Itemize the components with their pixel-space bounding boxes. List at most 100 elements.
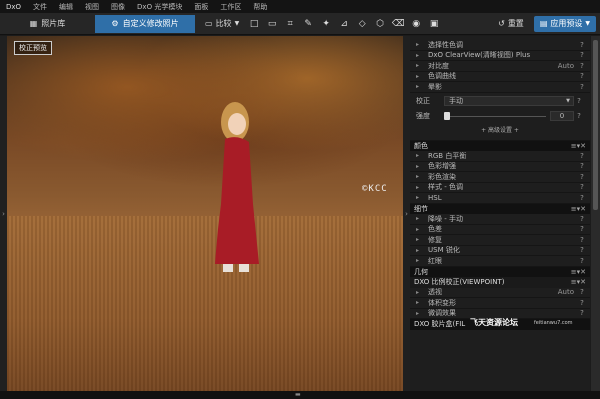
geometry-row[interactable]: ▸ 透视 Auto? (410, 288, 590, 298)
detail-row[interactable]: ▸ USM 锐化? (410, 246, 590, 256)
section-viewpoint[interactable]: DXO 比例校正(VIEWPOINT) ≡▾✕ (410, 277, 590, 288)
color-row[interactable]: ▸ 色彩增强? (410, 162, 590, 172)
detail-row[interactable]: ▸ 降噪 - 手动? (410, 214, 590, 225)
expand-icon[interactable]: ▸ (416, 152, 424, 159)
expand-icon[interactable]: ▸ (416, 215, 424, 222)
panel-scrollbar[interactable] (591, 36, 600, 391)
section-color[interactable]: 颜色 ≡▾✕ (410, 140, 590, 151)
photo-viewer[interactable]: 校正预览 ©KCC (7, 36, 407, 391)
crop-icon[interactable]: ⌗ (283, 17, 297, 31)
help-icon[interactable]: ? (578, 83, 586, 91)
intensity-slider[interactable] (444, 111, 546, 120)
menu-image[interactable]: 图像 (105, 2, 131, 12)
expand-icon[interactable]: ▸ (416, 247, 424, 254)
filmstrip-toggle-icon[interactable]: ▬ (295, 391, 301, 398)
menu-close-icon[interactable]: ≡▾✕ (571, 268, 586, 276)
scrollbar-thumb[interactable] (593, 40, 598, 210)
expand-icon[interactable]: ▸ (416, 226, 424, 233)
help-icon[interactable]: ? (574, 112, 584, 120)
detail-row[interactable]: ▸ 色差? (410, 225, 590, 235)
wand-icon[interactable]: ✦ (319, 17, 333, 31)
help-icon[interactable]: ? (578, 194, 586, 202)
help-icon[interactable]: ? (578, 183, 586, 191)
eyedropper-icon[interactable]: ✎ (301, 17, 315, 31)
correction-select[interactable]: 手动 ▼ (444, 95, 574, 106)
detail-row[interactable]: ▸ 修复? (410, 235, 590, 246)
help-icon[interactable]: ? (578, 41, 586, 49)
perspective-icon[interactable]: ◇ (355, 17, 369, 31)
tab-library[interactable]: ▦ 照片库 (0, 15, 95, 33)
frame-icon[interactable]: ▭ (265, 17, 279, 31)
tone-row[interactable]: ▸ 晕影? (410, 82, 590, 93)
geometry-row[interactable]: ▸ 体积变形? (410, 298, 590, 309)
color-row[interactable]: ▸ RGB 白平衡? (410, 151, 590, 162)
help-icon[interactable]: ? (574, 97, 584, 105)
menu-close-icon[interactable]: ≡▾✕ (571, 278, 586, 286)
apply-preset-button[interactable]: ▤ 应用预设 ▼ (533, 15, 596, 32)
menu-file[interactable]: 文件 (27, 2, 53, 12)
reshape-icon[interactable]: ⬡ (373, 17, 387, 31)
expand-icon[interactable]: ▸ (416, 289, 424, 296)
before-preview-badge[interactable]: 校正预览 (14, 41, 52, 55)
help-icon[interactable]: ? (578, 225, 586, 233)
tab-customize[interactable]: ⚙ 自定义修改照片 (95, 14, 195, 33)
expand-icon[interactable]: ▸ (416, 62, 424, 69)
expand-icon[interactable]: ▸ (416, 310, 424, 317)
help-icon[interactable]: ? (578, 236, 586, 244)
expand-icon[interactable]: ▸ (416, 173, 424, 180)
section-geometry[interactable]: 几何 ≡▾✕ (410, 266, 590, 277)
left-panel-toggle[interactable]: › (0, 36, 7, 391)
expand-icon[interactable]: ▸ (416, 73, 424, 80)
menu-view[interactable]: 视图 (79, 2, 105, 12)
square-icon[interactable]: □ (247, 17, 261, 31)
expand-icon[interactable]: ▸ (416, 236, 424, 243)
tone-row[interactable]: ▸ DxO ClearView(清晰视图) Plus? (410, 51, 590, 61)
help-icon[interactable]: ? (578, 299, 586, 307)
compare-button[interactable]: ▭ 比较 ▼ (199, 16, 245, 32)
help-icon[interactable]: ? (578, 72, 586, 80)
slider-handle[interactable] (444, 111, 450, 120)
help-icon[interactable]: ? (578, 173, 586, 181)
eye-icon[interactable]: ◉ (409, 17, 423, 31)
tone-row[interactable]: ▸ 色调曲线? (410, 72, 590, 82)
reset-button[interactable]: ↺ 重置 (492, 16, 530, 32)
horizon-icon[interactable]: ⊿ (337, 17, 351, 31)
help-icon[interactable]: ? (578, 309, 586, 317)
expand-icon[interactable]: ▸ (416, 163, 424, 170)
help-icon[interactable]: ? (578, 246, 586, 254)
help-icon[interactable]: ? (578, 51, 586, 59)
expand-icon[interactable]: ▸ (416, 194, 424, 201)
menu-edit[interactable]: 编辑 (53, 2, 79, 12)
expand-icon[interactable]: ▸ (416, 299, 424, 306)
section-filmpack[interactable]: DXO 胶片盒(FIL 飞天资源论坛 feitianwu7.com (410, 318, 590, 330)
menu-workspace[interactable]: 工作区 (214, 2, 247, 12)
help-icon[interactable]: ? (578, 162, 586, 170)
expand-icon[interactable]: ▸ (416, 184, 424, 191)
expand-icon[interactable]: ▸ (416, 41, 424, 48)
menu-help[interactable]: 帮助 (247, 2, 273, 12)
menu-close-icon[interactable]: ≡▾✕ (571, 142, 586, 150)
tone-row[interactable]: ▸ 选择性色调? (410, 40, 590, 51)
detail-row[interactable]: ▸ 红眼? (410, 256, 590, 267)
intensity-value[interactable]: 0 (550, 110, 574, 121)
help-icon[interactable]: ? (578, 215, 586, 223)
expand-icon[interactable]: ▸ (416, 83, 424, 90)
square-outline-icon[interactable]: ▣ (427, 17, 441, 31)
help-icon[interactable]: ? (578, 152, 586, 160)
expand-icon[interactable]: ▸ (416, 52, 424, 59)
color-row[interactable]: ▸ 彩色渲染? (410, 172, 590, 183)
help-icon[interactable]: ? (578, 288, 586, 296)
color-row[interactable]: ▸ HSL? (410, 193, 590, 204)
color-row[interactable]: ▸ 样式 - 色调? (410, 183, 590, 193)
section-detail[interactable]: 细节 ≡▾✕ (410, 203, 590, 214)
menu-close-icon[interactable]: ≡▾✕ (571, 205, 586, 213)
help-icon[interactable]: ? (578, 62, 586, 70)
menu-optics[interactable]: DxO 光学模块 (131, 2, 188, 12)
expand-icon[interactable]: ▸ (416, 257, 424, 264)
tone-row[interactable]: ▸ 对比度 Auto? (410, 61, 590, 72)
eraser-icon[interactable]: ⌫ (391, 17, 405, 31)
panel-splitter[interactable]: › (403, 36, 410, 391)
help-icon[interactable]: ? (578, 257, 586, 265)
advanced-settings-link[interactable]: + 高级设置 + (416, 125, 584, 134)
menu-panels[interactable]: 面板 (188, 2, 214, 12)
